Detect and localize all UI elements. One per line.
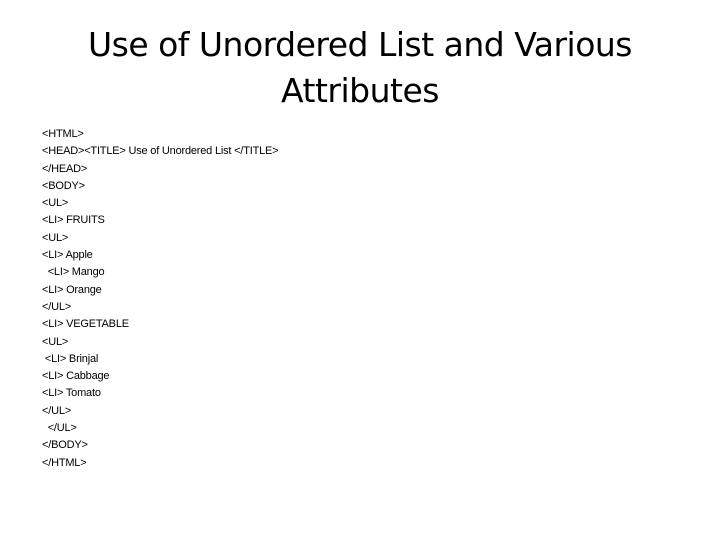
code-line: <LI> Mango (42, 266, 105, 279)
code-line: </UL> (42, 422, 77, 435)
html-code-listing: <HTML> <HEAD><TITLE> Use of Unordered Li… (42, 126, 279, 472)
code-line: <LI> Cabbage (42, 370, 110, 383)
slide-title-line-1: Use of Unordered List and Various (87, 25, 633, 64)
code-line: </UL> (42, 300, 71, 313)
code-line: <LI> Orange (42, 283, 102, 296)
code-line: <LI> Tomato (42, 387, 101, 400)
code-line: <LI> VEGETABLE (42, 318, 129, 331)
code-line: <HEAD><TITLE> Use of Unordered List </TI… (42, 145, 279, 158)
code-line: <LI> Apple (42, 249, 93, 262)
code-line: </BODY> (42, 439, 88, 452)
code-line: <HTML> (42, 128, 84, 140)
code-line: </UL> (42, 404, 71, 417)
code-line: </HEAD> (42, 162, 88, 175)
slide-title: Use of Unordered List and Various Attrib… (0, 22, 720, 114)
code-line: </HTML> (42, 456, 87, 469)
code-line: <UL> (42, 231, 69, 244)
code-line: <UL> (42, 197, 69, 210)
code-line: <UL> (42, 335, 69, 348)
code-line: <BODY> (42, 179, 85, 192)
code-line: <LI> Brinjal (42, 352, 99, 365)
code-line: <LI> FRUITS (42, 214, 105, 227)
slide-title-line-2: Attributes (281, 71, 439, 110)
